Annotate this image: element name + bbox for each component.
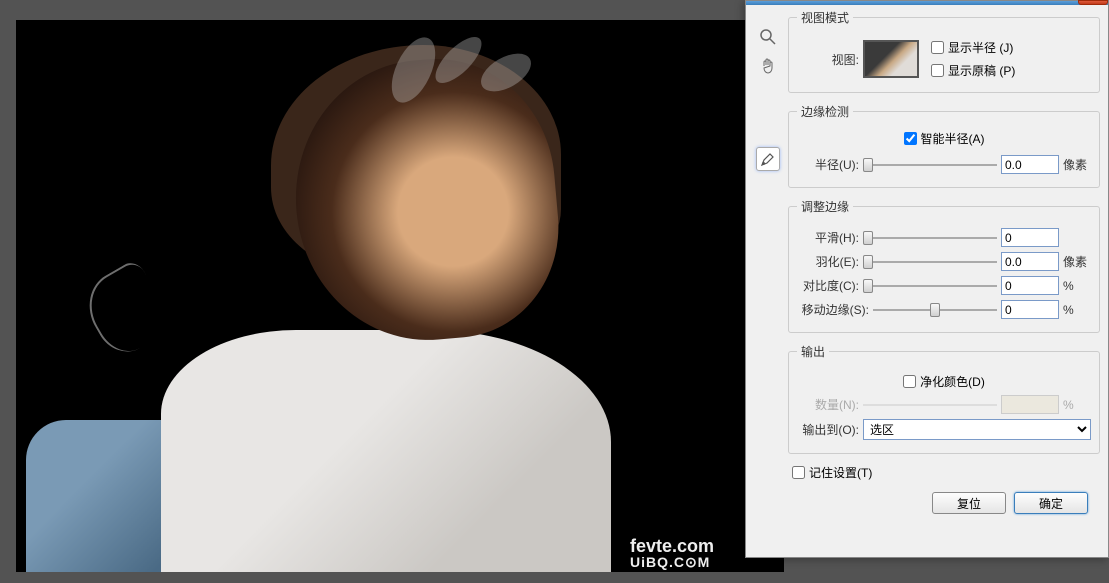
- subject-image: [16, 20, 784, 572]
- shift-edge-label: 移动边缘(S):: [797, 301, 869, 318]
- show-radius-checkbox[interactable]: 显示半径 (J): [931, 39, 1015, 56]
- amount-input: [1001, 395, 1059, 414]
- radius-unit: 像素: [1063, 156, 1091, 173]
- show-original-checkbox[interactable]: 显示原稿 (P): [931, 62, 1015, 79]
- adjust-edge-group: 调整边缘 平滑(H): 羽化(E): 像素 对比度(C):: [788, 198, 1100, 333]
- refine-brush-tool-icon[interactable]: [756, 147, 780, 171]
- amount-label: 数量(N):: [797, 396, 859, 413]
- dialog-titlebar[interactable]: [746, 1, 1108, 5]
- view-thumbnail[interactable]: [863, 40, 919, 78]
- shift-edge-input[interactable]: [1001, 300, 1059, 319]
- shift-edge-slider[interactable]: [873, 301, 997, 319]
- adjust-edge-legend: 调整边缘: [797, 198, 853, 215]
- edge-detection-legend: 边缘检测: [797, 103, 853, 120]
- contrast-label: 对比度(C):: [797, 277, 859, 294]
- watermark: fevte.com UiBQ.C⊙M: [630, 537, 714, 569]
- hand-tool-icon[interactable]: [756, 55, 780, 79]
- reset-button[interactable]: 复位: [932, 492, 1006, 514]
- feather-unit: 像素: [1063, 253, 1091, 270]
- zoom-tool-icon[interactable]: [756, 25, 780, 49]
- close-button[interactable]: [1078, 0, 1108, 5]
- view-mode-legend: 视图模式: [797, 9, 853, 26]
- refine-edge-dialog: 视图模式 视图: 显示半径 (J) 显示原稿 (P): [745, 0, 1109, 558]
- ok-button[interactable]: 确定: [1014, 492, 1088, 514]
- contrast-slider[interactable]: [863, 277, 997, 295]
- radius-label: 半径(U):: [797, 156, 859, 173]
- tool-column: [754, 9, 782, 518]
- smooth-input[interactable]: [1001, 228, 1059, 247]
- smart-radius-checkbox[interactable]: 智能半径(A): [904, 130, 985, 147]
- canvas-preview[interactable]: fevte.com UiBQ.C⊙M: [16, 20, 784, 572]
- feather-label: 羽化(E):: [797, 253, 859, 270]
- output-to-select[interactable]: 选区: [863, 419, 1091, 440]
- edge-detection-group: 边缘检测 智能半径(A) 半径(U): 像素: [788, 103, 1100, 188]
- smooth-slider[interactable]: [863, 229, 997, 247]
- contrast-input[interactable]: [1001, 276, 1059, 295]
- purify-colors-checkbox[interactable]: 净化颜色(D): [903, 373, 985, 390]
- amount-slider: [863, 396, 997, 414]
- view-label: 视图:: [797, 51, 859, 68]
- amount-unit: %: [1063, 398, 1091, 412]
- output-legend: 输出: [797, 343, 829, 360]
- radius-slider[interactable]: [863, 156, 997, 174]
- smooth-label: 平滑(H):: [797, 229, 859, 246]
- feather-input[interactable]: [1001, 252, 1059, 271]
- feather-slider[interactable]: [863, 253, 997, 271]
- radius-input[interactable]: [1001, 155, 1059, 174]
- remember-settings-checkbox[interactable]: 记住设置(T): [792, 464, 872, 481]
- output-to-label: 输出到(O):: [797, 421, 859, 438]
- contrast-unit: %: [1063, 279, 1091, 293]
- view-mode-group: 视图模式 视图: 显示半径 (J) 显示原稿 (P): [788, 9, 1100, 93]
- shift-edge-unit: %: [1063, 303, 1091, 317]
- output-group: 输出 净化颜色(D) 数量(N): % 输出到(O): 选区: [788, 343, 1100, 454]
